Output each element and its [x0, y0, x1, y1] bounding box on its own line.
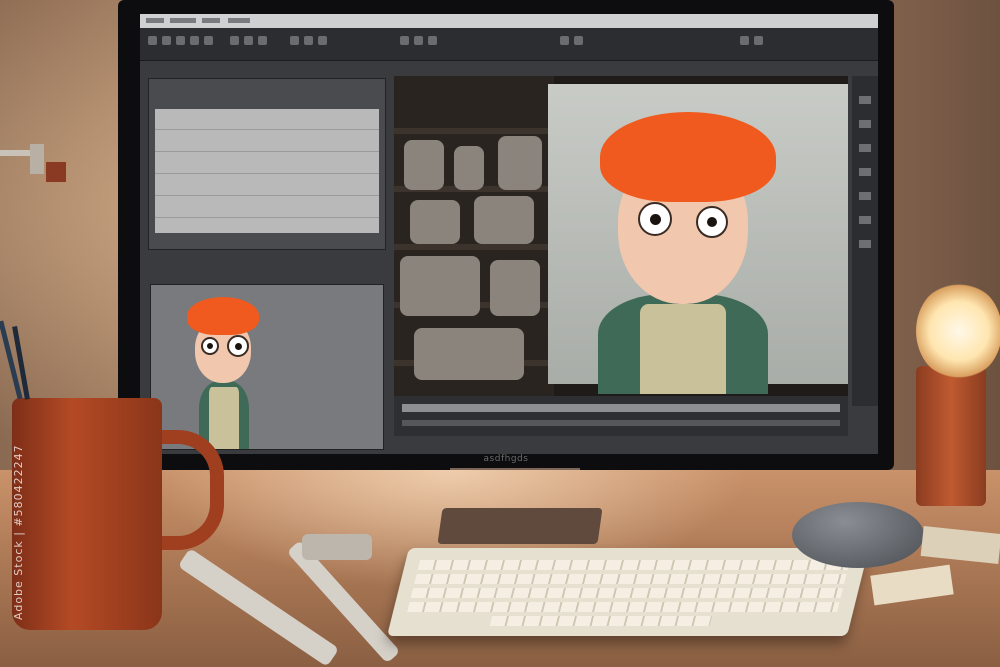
timeline-panel[interactable]: [148, 78, 386, 250]
stock-watermark: Adobe Stock | #580422247: [12, 444, 25, 620]
keyboard[interactable]: [387, 548, 869, 636]
tool-button[interactable]: [859, 240, 871, 248]
shelf-background: [394, 76, 554, 396]
tool-button[interactable]: [304, 36, 313, 45]
tool-button[interactable]: [290, 36, 299, 45]
tool-button[interactable]: [400, 36, 409, 45]
character-render[interactable]: [548, 84, 848, 394]
tool-button[interactable]: [414, 36, 423, 45]
tool-button[interactable]: [859, 96, 871, 104]
tool-button[interactable]: [230, 36, 239, 45]
tool-button[interactable]: [859, 216, 871, 224]
menu-bar[interactable]: [140, 14, 878, 28]
right-tool-strip: [852, 76, 878, 406]
tool-button[interactable]: [754, 36, 763, 45]
tool-button[interactable]: [258, 36, 267, 45]
tool-button[interactable]: [574, 36, 583, 45]
pencils-icon: [0, 320, 30, 400]
pen-cap: [302, 534, 372, 560]
tool-button[interactable]: [318, 36, 327, 45]
tool-button[interactable]: [740, 36, 749, 45]
monitor-brand-label: asdfhgds: [483, 454, 529, 464]
animation-software-screen: [140, 14, 878, 454]
desk-clamp-icon: [0, 144, 66, 182]
tool-button[interactable]: [560, 36, 569, 45]
character-preview-panel[interactable]: [150, 284, 384, 450]
desk-lamp-body: [916, 366, 986, 506]
timeline-grid[interactable]: [155, 109, 379, 233]
tool-button[interactable]: [204, 36, 213, 45]
coffee-mug: [12, 398, 162, 630]
monitor-stand-base: [437, 508, 603, 544]
tool-button[interactable]: [859, 144, 871, 152]
tool-button[interactable]: [244, 36, 253, 45]
tool-button[interactable]: [148, 36, 157, 45]
tool-button[interactable]: [859, 120, 871, 128]
tool-button[interactable]: [190, 36, 199, 45]
computer-mouse[interactable]: [792, 502, 924, 568]
tool-button[interactable]: [162, 36, 171, 45]
tool-button[interactable]: [428, 36, 437, 45]
render-viewport[interactable]: [394, 76, 848, 396]
playback-scrubber[interactable]: [394, 396, 848, 436]
desk-lamp-light: [916, 282, 1000, 380]
tool-button[interactable]: [859, 192, 871, 200]
toolbar: [140, 28, 878, 61]
tool-button[interactable]: [859, 168, 871, 176]
tool-button[interactable]: [176, 36, 185, 45]
